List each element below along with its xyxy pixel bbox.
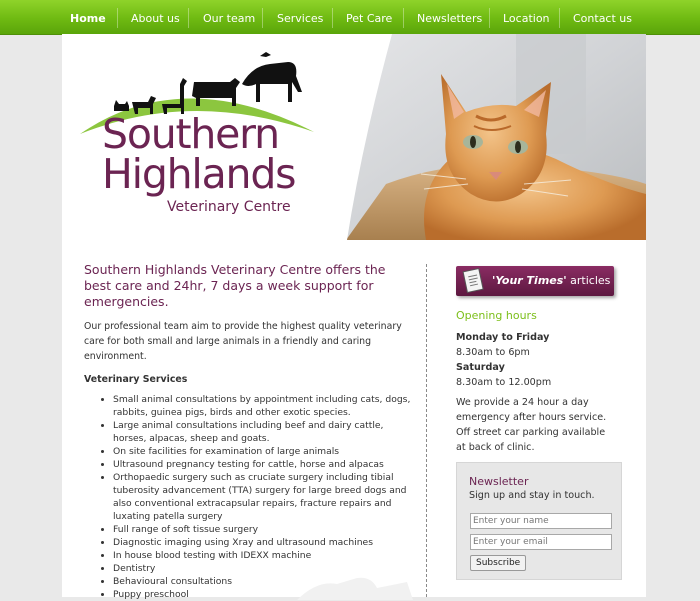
articles-rest: articles (566, 274, 611, 287)
main-nav: Home About us Our team Services Pet Care… (0, 0, 700, 35)
opening-hours: Monday to Friday 8.30am to 6pm Saturday … (456, 330, 551, 390)
list-item: On site facilities for examination of la… (113, 445, 414, 458)
articles-emph: 'Your Times' (492, 274, 567, 287)
nav-separator (559, 8, 560, 28)
list-item: Diagnostic imaging using Xray and ultras… (113, 536, 414, 549)
newsletter-name-input[interactable] (470, 513, 612, 529)
newsletter-subtitle: Sign up and stay in touch. (469, 490, 595, 501)
main-column: Southern Highlands Veterinary Centre off… (84, 262, 414, 601)
emergency-info: We provide a 24 hour a day emergency aft… (456, 397, 607, 453)
services-heading: Veterinary Services (84, 374, 188, 385)
list-item: Small animal consultations by appointmen… (113, 393, 414, 419)
newsletter-title: Newsletter (469, 475, 529, 488)
hours-time: 8.30am to 6pm (456, 347, 530, 358)
logo-line-southern: Southern (102, 110, 280, 158)
nav-home[interactable]: Home (70, 0, 106, 34)
subscribe-button[interactable]: Subscribe (470, 555, 527, 571)
opening-hours-title: Opening hours (456, 309, 537, 322)
nav-our-team[interactable]: Our team (203, 0, 255, 34)
newsletter-email-input[interactable] (470, 534, 612, 550)
intro-paragraph: Our professional team aim to provide the… (84, 321, 402, 362)
column-divider (426, 264, 427, 597)
list-item: Large animal consultations including bee… (113, 419, 414, 445)
nav-separator (403, 8, 404, 28)
list-item: In house blood testing with IDEXX machin… (113, 549, 414, 562)
list-item: Full range of soft tissue surgery (113, 523, 414, 536)
nav-services[interactable]: Services (277, 0, 323, 34)
articles-button-label: 'Your Times' articles (492, 266, 610, 296)
logo-subtitle: Veterinary Centre (167, 199, 291, 215)
list-item: Ultrasound pregnancy testing for cattle,… (113, 458, 414, 471)
nav-about-us[interactable]: About us (131, 0, 180, 34)
hours-day: Monday to Friday (456, 332, 550, 343)
newsletter-box: Newsletter Sign up and stay in touch. Su… (456, 462, 622, 580)
nav-newsletters[interactable]: Newsletters (417, 0, 482, 34)
logo-wordmark[interactable]: Southern Highlands (102, 110, 297, 198)
your-times-articles-button[interactable]: 'Your Times' articles (456, 266, 614, 296)
hours-day: Saturday (456, 362, 505, 373)
nav-separator (332, 8, 333, 28)
hours-time: 8.30am to 12.00pm (456, 377, 552, 388)
nav-contact-us[interactable]: Contact us (573, 0, 632, 34)
nav-location[interactable]: Location (503, 0, 550, 34)
site-header: Southern Highlands Veterinary Centre (62, 34, 646, 240)
nav-separator (489, 8, 490, 28)
nav-separator (188, 8, 189, 28)
nav-separator (117, 8, 118, 28)
newspaper-icon (462, 268, 484, 294)
list-item: Orthopaedic surgery such as cruciate sur… (113, 471, 414, 523)
content-area: Southern Highlands Veterinary Centre off… (62, 240, 646, 600)
animals-watermark-icon (297, 577, 413, 600)
intro-text: Southern Highlands Veterinary Centre off… (84, 262, 386, 309)
logo-line-highlands: Highlands (102, 150, 297, 198)
nav-separator (262, 8, 263, 28)
nav-pet-care[interactable]: Pet Care (346, 0, 392, 34)
